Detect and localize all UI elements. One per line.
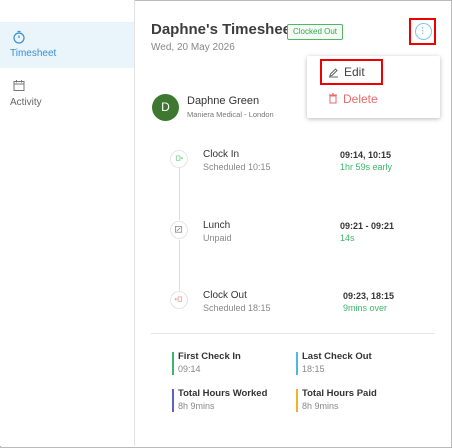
clock-out-icon bbox=[170, 291, 188, 309]
sidebar: Timesheet Activity bbox=[0, 0, 135, 446]
stat-value: 8h 9mins bbox=[302, 401, 339, 411]
timeline-connector bbox=[179, 240, 180, 292]
options-dropdown: Edit Delete bbox=[307, 56, 440, 118]
stat-value: 09:14 bbox=[178, 364, 201, 374]
sidebar-item-timesheet[interactable]: Timesheet bbox=[0, 22, 134, 68]
event-subtitle: Unpaid bbox=[203, 233, 232, 243]
stat-color-bar bbox=[172, 389, 174, 412]
edit-menu-item[interactable]: Edit bbox=[320, 59, 383, 85]
event-time: 09:21 - 09:21 bbox=[340, 221, 395, 231]
clock-in-icon bbox=[170, 150, 188, 168]
pencil-icon bbox=[329, 68, 338, 78]
stat-color-bar bbox=[296, 352, 298, 375]
stat-total-hours-paid: Total Hours Paid 8h 9mins bbox=[296, 388, 377, 412]
avatar: D bbox=[152, 94, 179, 121]
timesheet-date: Wed, 20 May 2026 bbox=[151, 42, 235, 53]
event-time: 09:23, 18:15 bbox=[343, 291, 395, 301]
section-divider bbox=[151, 333, 435, 334]
timeline-connector bbox=[179, 168, 180, 220]
calendar-icon bbox=[13, 80, 25, 91]
stat-value: 18:15 bbox=[302, 364, 325, 374]
stat-total-hours-worked: Total Hours Worked 8h 9mins bbox=[172, 388, 268, 412]
event-difference: 9mins over bbox=[343, 303, 388, 313]
trash-icon bbox=[329, 93, 337, 104]
event-difference: 1hr 59s early bbox=[340, 162, 393, 172]
event-title: Lunch bbox=[203, 220, 231, 231]
stat-value: 8h 9mins bbox=[178, 401, 215, 411]
delete-menu-item[interactable]: Delete bbox=[325, 91, 395, 107]
status-badge: Clocked Out bbox=[287, 24, 344, 40]
stat-label: Total Hours Worked bbox=[178, 388, 268, 399]
event-time: 09:14, 10:15 bbox=[340, 150, 392, 160]
event-subtitle: Scheduled 10:15 bbox=[203, 162, 271, 172]
vertical-dots-icon bbox=[421, 27, 424, 35]
stat-color-bar bbox=[172, 352, 174, 375]
sidebar-item-activity[interactable]: Activity bbox=[0, 77, 134, 117]
sidebar-item-label: Activity bbox=[10, 97, 42, 108]
more-options-button[interactable] bbox=[415, 23, 432, 40]
edit-label: Edit bbox=[344, 65, 365, 79]
event-difference: 14s bbox=[340, 233, 355, 243]
delete-label: Delete bbox=[343, 92, 378, 106]
event-title: Clock In bbox=[203, 149, 240, 160]
sidebar-item-label: Timesheet bbox=[10, 48, 57, 59]
stat-color-bar bbox=[296, 389, 298, 412]
employee-organization: Maniera Medical - London bbox=[187, 110, 274, 119]
stat-label: Last Check Out bbox=[302, 351, 372, 362]
lunch-icon bbox=[170, 221, 188, 239]
employee-name: Daphne Green bbox=[187, 95, 260, 107]
stat-last-check-out: Last Check Out 18:15 bbox=[296, 351, 372, 375]
stopwatch-icon bbox=[13, 30, 25, 44]
event-title: Clock Out bbox=[203, 290, 247, 301]
stat-first-check-in: First Check In 09:14 bbox=[172, 351, 241, 375]
event-subtitle: Scheduled 18:15 bbox=[203, 303, 271, 313]
page-title: Daphne's Timesheet bbox=[151, 21, 297, 38]
stat-label: First Check In bbox=[178, 351, 241, 362]
stat-label: Total Hours Paid bbox=[302, 388, 377, 399]
